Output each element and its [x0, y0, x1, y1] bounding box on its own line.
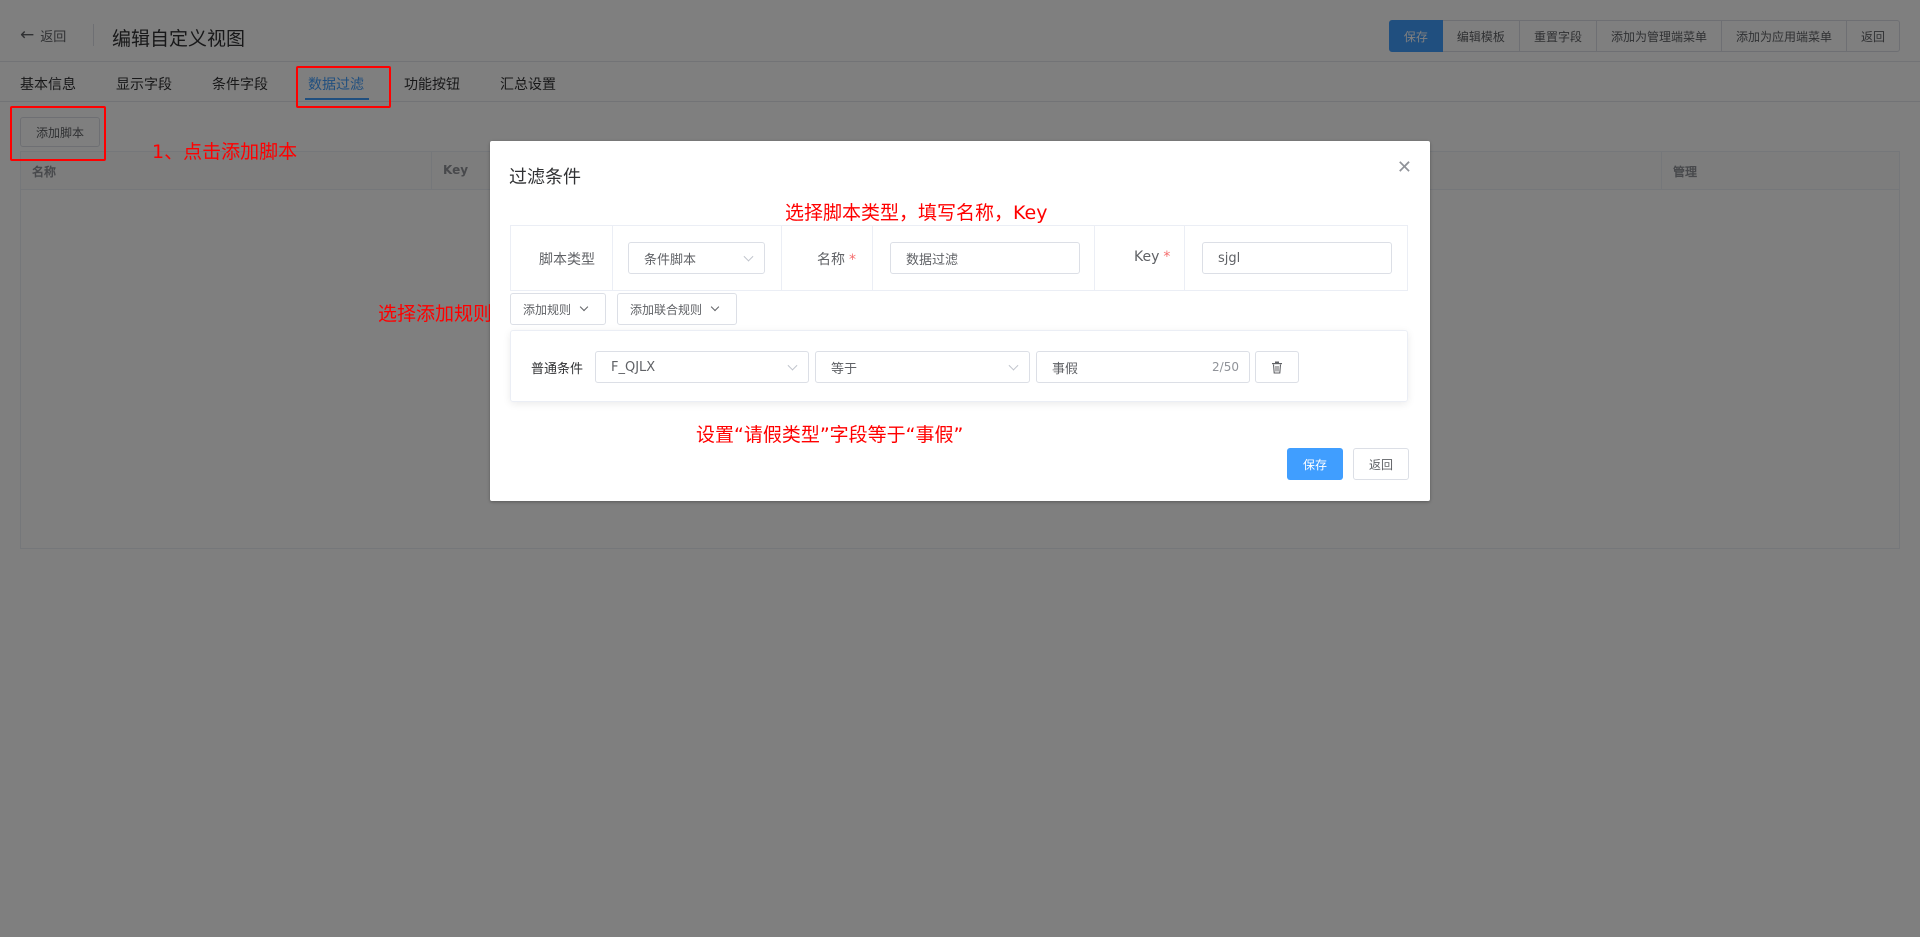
rule-card: 普通条件 F_QJLX 等于 事假 2/50: [510, 330, 1408, 402]
script-form-row: 脚本类型 条件脚本 名称 * 数据过滤 Key * sjgl: [510, 225, 1408, 291]
key-value: sjgl: [1218, 250, 1241, 266]
cell-divider: [1184, 226, 1185, 290]
cell-divider: [1094, 226, 1095, 290]
annotation-step4: 设置“请假类型”字段等于“事假”: [696, 424, 964, 446]
annotation-step2: 选择脚本类型，填写名称，Key: [785, 202, 1048, 224]
delete-rule-button[interactable]: [1255, 351, 1299, 383]
key-label: Key *: [1134, 249, 1171, 265]
script-type-select[interactable]: 条件脚本: [628, 242, 765, 274]
dialog-return-button[interactable]: 返回: [1353, 448, 1409, 480]
rule-field-select[interactable]: F_QJLX: [595, 351, 809, 383]
add-rule-dropdown[interactable]: 添加规则: [510, 293, 606, 325]
cell-divider: [872, 226, 873, 290]
filter-condition-dialog: 过滤条件 ✕ 选择脚本类型，填写名称，Key 脚本类型 条件脚本 名称 * 数据过…: [490, 141, 1430, 501]
char-counter: 2/50: [1212, 360, 1239, 374]
rule-type-label: 普通条件: [531, 362, 584, 377]
chevron-down-icon: [743, 251, 754, 262]
annotation-step3: 选择添加规则: [378, 303, 493, 325]
cell-divider: [612, 226, 613, 290]
chevron-down-icon: [1008, 360, 1019, 371]
rule-field-value: F_QJLX: [611, 359, 656, 375]
dialog-save-button[interactable]: 保存: [1287, 448, 1343, 480]
key-input[interactable]: sjgl: [1202, 242, 1392, 274]
rule-value: 事假: [1052, 361, 1079, 377]
add-joint-rule-dropdown[interactable]: 添加联合规则: [617, 293, 737, 325]
name-label: 名称 *: [817, 252, 856, 268]
rule-value-input[interactable]: 事假 2/50: [1036, 351, 1250, 383]
chevron-down-icon: [710, 302, 720, 312]
annotation-box-tab: [296, 66, 391, 108]
rule-operator-select[interactable]: 等于: [815, 351, 1030, 383]
cell-divider: [781, 226, 782, 290]
name-value: 数据过滤: [906, 252, 959, 268]
trash-icon: [1272, 361, 1282, 374]
chevron-down-icon: [579, 302, 589, 312]
annotation-step1: 1、点击添加脚本: [152, 141, 298, 163]
add-rule-label: 添加规则: [523, 302, 572, 317]
annotation-box-add-script: [10, 106, 106, 161]
chevron-down-icon: [787, 360, 798, 371]
add-joint-rule-label: 添加联合规则: [630, 302, 703, 317]
script-type-label: 脚本类型: [539, 252, 595, 268]
dialog-title: 过滤条件: [509, 167, 581, 188]
name-input[interactable]: 数据过滤: [890, 242, 1080, 274]
rule-operator-value: 等于: [831, 361, 858, 377]
script-type-value: 条件脚本: [644, 252, 697, 268]
close-icon[interactable]: ✕: [1397, 159, 1412, 177]
